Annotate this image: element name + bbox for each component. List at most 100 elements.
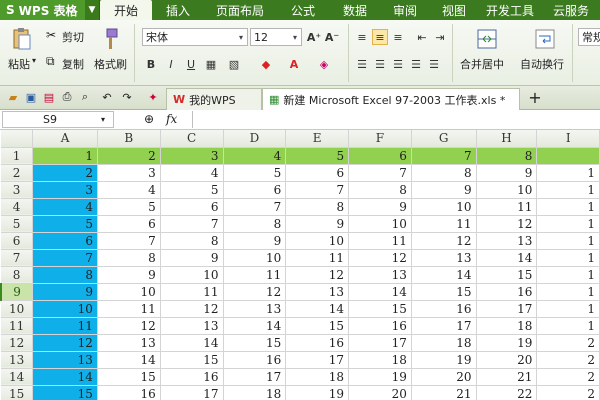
cell-g10[interactable]: 16 bbox=[411, 300, 477, 318]
row-header[interactable]: 11 bbox=[1, 317, 34, 335]
cell-c7[interactable]: 9 bbox=[160, 249, 224, 267]
cell-d2[interactable]: 5 bbox=[223, 164, 287, 182]
cell-f1[interactable]: 6 bbox=[348, 147, 412, 165]
cell-g13[interactable]: 19 bbox=[411, 351, 477, 369]
cell-d8[interactable]: 11 bbox=[223, 266, 287, 284]
cell-a13[interactable]: 13 bbox=[32, 351, 98, 369]
menu-insert[interactable]: 插入 bbox=[152, 0, 204, 20]
menu-view[interactable]: 视图 bbox=[430, 0, 478, 20]
paste-dropdown-icon[interactable]: ▾ bbox=[32, 56, 36, 65]
cell-g14[interactable]: 20 bbox=[411, 368, 477, 386]
undo-icon[interactable]: ↶ bbox=[100, 90, 114, 104]
formula-input[interactable] bbox=[192, 111, 598, 128]
row-header[interactable]: 5 bbox=[1, 215, 34, 233]
row-header[interactable]: 7 bbox=[1, 249, 34, 267]
cell-b6[interactable]: 7 bbox=[97, 232, 161, 250]
cell-g4[interactable]: 10 bbox=[411, 198, 477, 216]
cell-e7[interactable]: 11 bbox=[285, 249, 350, 267]
cell-c10[interactable]: 12 bbox=[160, 300, 224, 318]
cell-e5[interactable]: 9 bbox=[285, 215, 350, 233]
cell-a3[interactable]: 3 bbox=[32, 181, 98, 199]
print-icon[interactable]: ⎙ bbox=[60, 90, 74, 104]
cell-b1[interactable]: 2 bbox=[97, 147, 161, 165]
cell-c8[interactable]: 10 bbox=[160, 266, 224, 284]
cell-e6[interactable]: 10 bbox=[285, 232, 350, 250]
cell-h14[interactable]: 21 bbox=[476, 368, 538, 386]
redo-icon[interactable]: ↷ bbox=[120, 90, 134, 104]
cell-a8[interactable]: 8 bbox=[32, 266, 98, 284]
cell-c9[interactable]: 11 bbox=[160, 283, 224, 301]
cell-b4[interactable]: 5 bbox=[97, 198, 161, 216]
cell-c3[interactable]: 5 bbox=[160, 181, 224, 199]
copy-icon[interactable]: ⧉ bbox=[46, 54, 55, 69]
cell-e12[interactable]: 16 bbox=[285, 334, 350, 352]
cell-h9[interactable]: 16 bbox=[476, 283, 538, 301]
cell-g1[interactable]: 7 bbox=[411, 147, 477, 165]
cell-b10[interactable]: 11 bbox=[97, 300, 161, 318]
row-header[interactable]: 12 bbox=[1, 334, 34, 352]
cell-b14[interactable]: 15 bbox=[97, 368, 161, 386]
cell-g15[interactable]: 21 bbox=[411, 385, 477, 400]
cell-a6[interactable]: 6 bbox=[32, 232, 98, 250]
menu-data[interactable]: 数据 bbox=[330, 0, 380, 20]
justify-icon[interactable]: ☰ bbox=[408, 56, 424, 72]
cell-c1[interactable]: 3 bbox=[160, 147, 224, 165]
cell-b12[interactable]: 13 bbox=[97, 334, 161, 352]
scissors-icon[interactable]: ✂ bbox=[46, 28, 56, 42]
cell-h4[interactable]: 11 bbox=[476, 198, 538, 216]
cell-e11[interactable]: 15 bbox=[285, 317, 350, 335]
cell-i11[interactable]: 1 bbox=[536, 317, 600, 335]
preview-icon[interactable]: ⌕ bbox=[78, 90, 92, 104]
cell-e10[interactable]: 14 bbox=[285, 300, 350, 318]
cell-c6[interactable]: 8 bbox=[160, 232, 224, 250]
fx-button[interactable]: fx bbox=[166, 112, 177, 126]
increase-font-button[interactable]: A⁺ bbox=[306, 29, 322, 45]
cell-d14[interactable]: 17 bbox=[223, 368, 287, 386]
merge-center-button[interactable]: 合并居中 bbox=[460, 56, 504, 72]
cell-c11[interactable]: 13 bbox=[160, 317, 224, 335]
search-icon[interactable]: ⊕ bbox=[144, 112, 154, 126]
cell-e3[interactable]: 7 bbox=[285, 181, 350, 199]
customize-icon[interactable]: ✦ bbox=[146, 90, 160, 104]
cell-f9[interactable]: 14 bbox=[348, 283, 412, 301]
decrease-font-button[interactable]: A⁻ bbox=[324, 29, 340, 45]
column-header-g[interactable]: G bbox=[411, 130, 477, 148]
save-icon[interactable]: ▣ bbox=[24, 90, 38, 104]
cell-d9[interactable]: 12 bbox=[223, 283, 287, 301]
cell-c13[interactable]: 15 bbox=[160, 351, 224, 369]
cell-a10[interactable]: 10 bbox=[32, 300, 98, 318]
cell-g3[interactable]: 9 bbox=[411, 181, 477, 199]
cell-e9[interactable]: 13 bbox=[285, 283, 350, 301]
font-name-select[interactable]: 宋体 ▾ bbox=[142, 28, 248, 46]
underline-button[interactable]: U bbox=[183, 56, 199, 72]
cell-e4[interactable]: 8 bbox=[285, 198, 350, 216]
indent-decrease-icon[interactable]: ⇤ bbox=[414, 29, 430, 45]
cell-i6[interactable]: 1 bbox=[536, 232, 600, 250]
cell-i8[interactable]: 1 bbox=[536, 266, 600, 284]
cell-g2[interactable]: 8 bbox=[411, 164, 477, 182]
row-header[interactable]: 4 bbox=[1, 198, 34, 216]
cell-i3[interactable]: 1 bbox=[536, 181, 600, 199]
fill-color-icon[interactable]: ◆ bbox=[258, 56, 274, 72]
cell-d5[interactable]: 8 bbox=[223, 215, 287, 233]
cell-f4[interactable]: 9 bbox=[348, 198, 412, 216]
cell-d4[interactable]: 7 bbox=[223, 198, 287, 216]
cell-h11[interactable]: 18 bbox=[476, 317, 538, 335]
cell-d7[interactable]: 10 bbox=[223, 249, 287, 267]
bold-button[interactable]: B bbox=[143, 56, 159, 72]
cell-i10[interactable]: 1 bbox=[536, 300, 600, 318]
row-header[interactable]: 2 bbox=[1, 164, 34, 182]
number-format-select[interactable]: 常规 bbox=[578, 28, 600, 46]
cell-a11[interactable]: 11 bbox=[32, 317, 98, 335]
cell-d13[interactable]: 16 bbox=[223, 351, 287, 369]
font-color-icon[interactable]: A bbox=[286, 56, 302, 72]
cell-c14[interactable]: 16 bbox=[160, 368, 224, 386]
row-header[interactable]: 13 bbox=[1, 351, 34, 369]
cell-a2[interactable]: 2 bbox=[32, 164, 98, 182]
cell-h12[interactable]: 19 bbox=[476, 334, 538, 352]
font-size-select[interactable]: 12 ▾ bbox=[250, 28, 302, 46]
cell-a12[interactable]: 12 bbox=[32, 334, 98, 352]
cell-a9[interactable]: 9 bbox=[32, 283, 98, 301]
cell-f6[interactable]: 11 bbox=[348, 232, 412, 250]
cell-f5[interactable]: 10 bbox=[348, 215, 412, 233]
